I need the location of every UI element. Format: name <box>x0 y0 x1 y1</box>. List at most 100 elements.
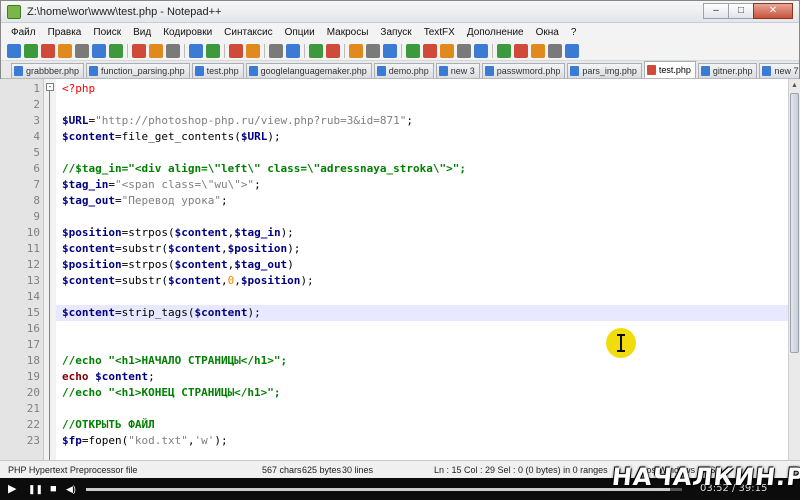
tab-4[interactable]: demo.php <box>373 63 434 78</box>
code-line[interactable]: $content=file_get_contents($URL); <box>56 129 788 145</box>
code-line[interactable] <box>56 337 788 353</box>
menu-item-0[interactable]: Файл <box>5 27 42 38</box>
code-line[interactable]: $URL="http://photoshop-php.ru/view.php?r… <box>56 113 788 129</box>
indent-guide-icon[interactable] <box>383 43 397 58</box>
find-icon[interactable] <box>229 43 243 58</box>
scroll-up-icon[interactable]: ▲ <box>789 79 800 91</box>
new-file-icon[interactable] <box>7 43 21 58</box>
menu-item-4[interactable]: Кодировки <box>157 27 218 38</box>
tab-0[interactable]: grabbber.php <box>11 63 85 78</box>
close-button[interactable]: ✕ <box>753 2 793 19</box>
minimize-button[interactable]: – <box>703 2 729 19</box>
tool-d-icon[interactable] <box>548 43 562 58</box>
volume-icon[interactable]: ◀) <box>66 482 76 496</box>
sync-h-icon[interactable] <box>326 43 340 58</box>
play-macro-icon[interactable] <box>440 43 454 58</box>
code-line[interactable]: //ОТКРЫТЬ ФАЙЛ <box>56 417 788 433</box>
tab-10[interactable]: new 7 <box>759 63 799 78</box>
code-token: $tag_out <box>234 258 288 271</box>
save-all-icon[interactable] <box>58 43 72 58</box>
print-icon[interactable] <box>109 43 123 58</box>
scrollbar-thumb[interactable] <box>790 93 799 353</box>
pause-button[interactable]: ❚❚ <box>28 482 43 496</box>
code-line[interactable] <box>56 145 788 161</box>
tab-7[interactable]: pars_img.php <box>567 63 642 78</box>
stop-button[interactable]: ■ <box>50 482 57 496</box>
maximize-button[interactable]: □ <box>728 2 754 19</box>
code-editor[interactable]: 1 2 3 4 5 6 7 8 9 10 11 12 13 14 15 16 17 18 19 20 21 22 23 - … <box>0 79 788 460</box>
code-line[interactable]: $fp=fopen("kod.txt",'w'); <box>56 433 788 449</box>
tab-8[interactable]: test.php <box>643 61 696 78</box>
all-chars-icon[interactable] <box>366 43 380 58</box>
menu-item-3[interactable]: Вид <box>127 27 157 38</box>
zoom-out-icon[interactable] <box>286 43 300 58</box>
code-line[interactable]: $tag_in="<span class=\"wu\">"; <box>56 177 788 193</box>
code-line[interactable] <box>56 321 788 337</box>
title-bar[interactable]: Z:\home\wor\www\test.php - Notepad++ – □… <box>1 1 799 23</box>
play-button[interactable]: ▶ <box>8 482 16 496</box>
code-line[interactable] <box>56 401 788 417</box>
code-token: $content <box>174 226 228 239</box>
code-line[interactable]: echo $content; <box>56 369 788 385</box>
tool-b-icon[interactable] <box>514 43 528 58</box>
file-icon <box>194 66 204 76</box>
zoom-in-icon[interactable] <box>269 43 283 58</box>
menu-item-6[interactable]: Опции <box>279 27 321 38</box>
video-progress-bar[interactable] <box>86 488 682 491</box>
code-line[interactable]: $position=strpos($content,$tag_in); <box>56 225 788 241</box>
paste-icon[interactable] <box>166 43 180 58</box>
undo-icon[interactable] <box>189 43 203 58</box>
menu-item-7[interactable]: Макросы <box>321 27 375 38</box>
tab-1[interactable]: function_parsing.php <box>86 63 190 78</box>
code-line[interactable]: $position=strpos($content,$tag_out) <box>56 257 788 273</box>
close-all-icon[interactable] <box>92 43 106 58</box>
record-macro-icon[interactable] <box>406 43 420 58</box>
menu-item-9[interactable]: TextFX <box>418 27 461 38</box>
code-line[interactable]: $tag_out="Перевод урока"; <box>56 193 788 209</box>
fold-margin[interactable]: - <box>44 79 56 460</box>
copy-icon[interactable] <box>149 43 163 58</box>
save-macro-icon[interactable] <box>474 43 488 58</box>
tool-a-icon[interactable] <box>497 43 511 58</box>
code-line[interactable] <box>56 209 788 225</box>
code-line[interactable]: $content=substr($content,$position); <box>56 241 788 257</box>
tool-e-icon[interactable] <box>565 43 579 58</box>
sync-v-icon[interactable] <box>309 43 323 58</box>
code-line[interactable] <box>56 289 788 305</box>
tool-c-icon[interactable] <box>531 43 545 58</box>
fold-toggle-icon[interactable]: - <box>46 83 54 91</box>
menu-item-11[interactable]: Окна <box>530 27 565 38</box>
menu-item-10[interactable]: Дополнение <box>461 27 530 38</box>
code-line[interactable] <box>56 97 788 113</box>
stop-macro-icon[interactable] <box>423 43 437 58</box>
code-token: ); <box>267 130 281 143</box>
menu-item-5[interactable]: Синтаксис <box>218 27 278 38</box>
code-line[interactable]: <?php <box>56 81 788 97</box>
code-line[interactable]: $content=strip_tags($content); <box>56 305 788 321</box>
tab-3[interactable]: googlelanguagemaker.php <box>245 63 372 78</box>
code-line[interactable]: $content=substr($content,0,$position); <box>56 273 788 289</box>
menu-item-1[interactable]: Правка <box>42 27 88 38</box>
tab-6[interactable]: passwmord.php <box>481 63 566 78</box>
code-area[interactable]: <?php $URL="http://photoshop-php.ru/view.… <box>56 79 788 460</box>
replace-icon[interactable] <box>246 43 260 58</box>
redo-icon[interactable] <box>206 43 220 58</box>
menu-item-2[interactable]: Поиск <box>87 27 127 38</box>
wrap-icon[interactable] <box>349 43 363 58</box>
line-number: 21 <box>26 402 40 415</box>
vertical-scrollbar[interactable]: ▲ <box>788 79 800 460</box>
close-icon[interactable] <box>75 43 89 58</box>
tab-9[interactable]: gitner.php <box>697 63 758 78</box>
tab-5[interactable]: new 3 <box>435 63 480 78</box>
cut-icon[interactable] <box>132 43 146 58</box>
tab-2[interactable]: test.php <box>191 63 244 78</box>
open-file-icon[interactable] <box>24 43 38 58</box>
run-macro-icon[interactable] <box>457 43 471 58</box>
code-line[interactable]: //echo "<h1>НАЧАЛО СТРАНИЦЫ</h1>"; <box>56 353 788 369</box>
file-icon <box>89 66 99 76</box>
menu-item-8[interactable]: Запуск <box>374 27 417 38</box>
code-line[interactable]: //$tag_in="<div align=\"left\" class=\"a… <box>56 161 788 177</box>
save-icon[interactable] <box>41 43 55 58</box>
code-line[interactable]: //echo "<h1>КОНЕЦ СТРАНИЦЫ</h1>"; <box>56 385 788 401</box>
menu-item-12[interactable]: ? <box>565 27 583 38</box>
